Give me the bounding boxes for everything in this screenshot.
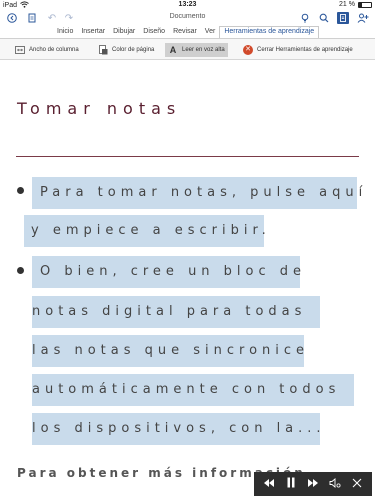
share-person-icon[interactable] [357, 12, 369, 24]
read-aloud-label: Leer en voz alta [182, 47, 225, 53]
rewind-icon[interactable] [261, 478, 277, 491]
heading-divider [16, 156, 359, 157]
voice-settings-icon[interactable] [327, 477, 343, 491]
fast-forward-icon[interactable] [305, 478, 321, 491]
close-learning-tools-button[interactable]: ✕ Cerrar Herramientas de aprendizaje [243, 43, 353, 57]
close-icon[interactable] [349, 478, 365, 491]
battery-icon [358, 1, 372, 8]
page-color-icon [98, 45, 108, 55]
ribbon-toolbar: Ancho de columna Color de página A Leer … [0, 38, 375, 60]
page-title: Tomar notas [17, 99, 182, 118]
tab-insertar[interactable]: Insertar [77, 27, 109, 38]
tab-dibujar[interactable]: Dibujar [109, 27, 139, 38]
bullet-point [17, 267, 24, 274]
tab-ver[interactable]: Ver [201, 27, 220, 38]
list-item-line: las notas que sincronice [32, 335, 304, 367]
lightbulb-icon[interactable] [299, 12, 311, 24]
tab-diseno[interactable]: Diseño [139, 27, 169, 38]
tab-inicio[interactable]: Inicio [53, 27, 77, 38]
close-icon: ✕ [243, 45, 253, 55]
list-item-line: O bien, cree un bloc de [32, 256, 301, 288]
read-aloud-button[interactable]: A Leer en voz alta [165, 43, 228, 57]
reading-view-icon[interactable] [337, 12, 349, 24]
pause-icon[interactable] [283, 477, 299, 491]
column-width-label: Ancho de columna [29, 47, 79, 53]
read-aloud-player [254, 472, 372, 496]
battery-percent: 21 % [339, 1, 355, 8]
list-item-line: automáticamente con todos [32, 374, 354, 406]
list-item-line: y empiece a escribir. [24, 215, 266, 247]
list-item-line: los dispositivos, con la... [32, 413, 321, 445]
title-bar: ↶ ↷ Documento [0, 11, 375, 25]
page-color-label: Color de página [112, 47, 155, 53]
column-width-icon [15, 45, 25, 55]
close-learning-tools-label: Cerrar Herramientas de aprendizaje [257, 47, 353, 53]
list-item-line: Para tomar notas, pulse aquí [32, 177, 362, 209]
column-width-button[interactable]: Ancho de columna [15, 43, 79, 57]
ribbon-tabs: Inicio Insertar Dibujar Diseño Revisar V… [0, 26, 375, 38]
status-bar: iPad 13:23 21 % [0, 0, 375, 11]
page-color-button[interactable]: Color de página [98, 43, 154, 57]
bullet-point [17, 187, 24, 194]
tab-herramientas-de-aprendizaje[interactable]: Herramientas de aprendizaje [219, 26, 320, 38]
read-aloud-icon: A [169, 45, 177, 55]
clock: 13:23 [178, 1, 197, 8]
search-icon[interactable] [318, 12, 330, 24]
list-item-line: notas digital para todas [32, 296, 320, 328]
tab-revisar[interactable]: Revisar [169, 27, 201, 38]
